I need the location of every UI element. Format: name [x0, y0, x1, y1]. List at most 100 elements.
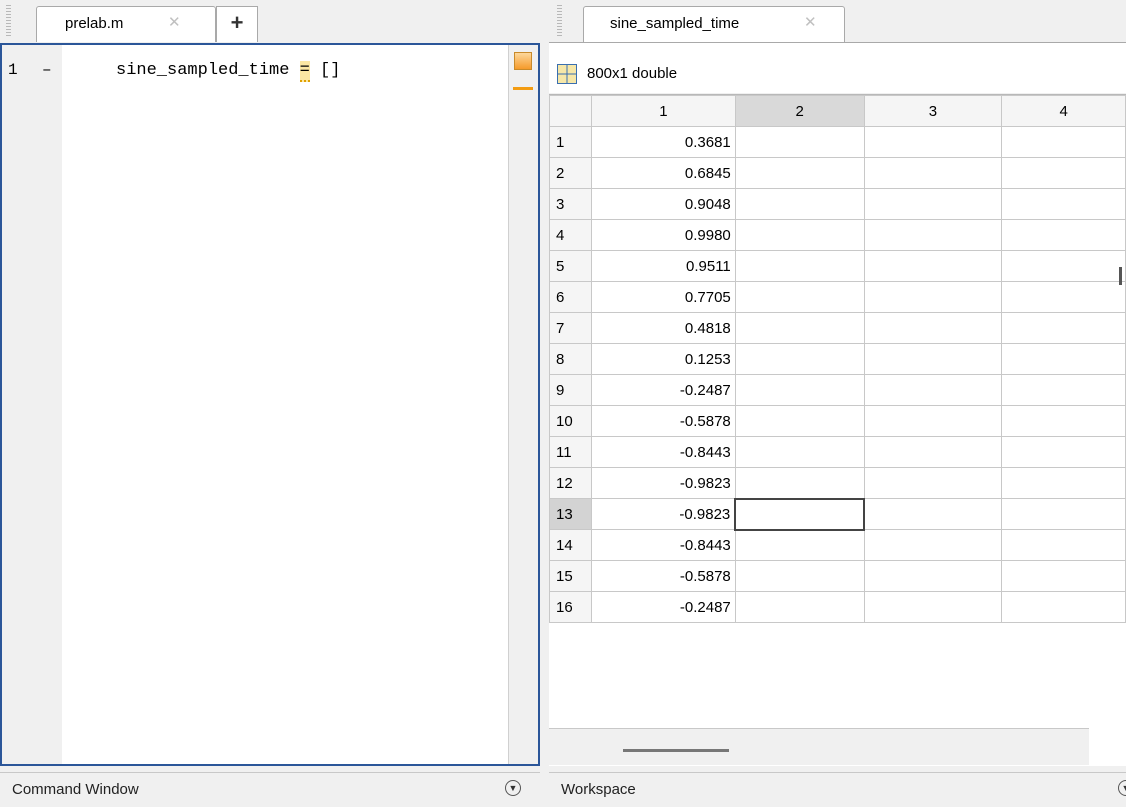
row-header[interactable]: 8	[549, 343, 592, 375]
row-header[interactable]: 10	[549, 405, 592, 437]
panel-grip[interactable]	[557, 5, 562, 37]
warning-marker[interactable]	[513, 87, 533, 90]
table-cell[interactable]	[734, 126, 865, 158]
table-cell[interactable]	[863, 281, 1003, 313]
row-header[interactable]: 6	[549, 281, 592, 313]
code-line[interactable]: sine_sampled_time = []	[116, 61, 340, 82]
table-cell[interactable]	[734, 467, 865, 499]
horizontal-scrollbar[interactable]	[549, 728, 1089, 765]
close-icon[interactable]: ✕	[804, 13, 817, 31]
command-window-bar[interactable]: Command Window ▼	[0, 772, 540, 807]
variable-grid[interactable]: 1234 1 0.3681 2 0.6845 3 0.9048 4 0.9980 5 0.9511…	[549, 94, 1126, 766]
vertical-scrollbar[interactable]	[1119, 267, 1122, 285]
table-cell[interactable]: 0.3681	[590, 126, 736, 158]
close-icon[interactable]: ✕	[168, 13, 181, 31]
table-cell[interactable]: -0.9823	[590, 498, 736, 530]
table-cell[interactable]	[1001, 281, 1126, 313]
table-cell[interactable]	[734, 529, 865, 561]
table-cell[interactable]	[734, 497, 865, 531]
breakpoint-marker[interactable]: –	[42, 61, 52, 79]
table-cell[interactable]: 0.4818	[590, 312, 736, 344]
new-tab-button[interactable]: +	[216, 6, 258, 42]
table-cell[interactable]	[1001, 126, 1126, 158]
workspace-bar[interactable]: Workspace ▼	[549, 772, 1126, 807]
table-cell[interactable]: -0.2487	[590, 591, 736, 623]
row-header[interactable]: 12	[549, 467, 592, 499]
row-header[interactable]: 4	[549, 219, 592, 251]
table-cell[interactable]	[863, 312, 1003, 344]
table-cell[interactable]	[863, 467, 1003, 499]
table-cell[interactable]	[1001, 560, 1126, 592]
table-cell[interactable]: -0.9823	[590, 467, 736, 499]
row-header[interactable]: 11	[549, 436, 592, 468]
row-header[interactable]: 7	[549, 312, 592, 344]
column-header[interactable]: 2	[734, 95, 865, 127]
table-cell[interactable]	[1001, 312, 1126, 344]
warning-token[interactable]: =	[299, 61, 310, 82]
table-cell[interactable]	[1001, 467, 1126, 499]
panel-grip[interactable]	[6, 5, 11, 37]
table-cell[interactable]: -0.5878	[590, 405, 736, 437]
table-cell[interactable]	[734, 312, 865, 344]
data-table[interactable]: 1234 1 0.3681 2 0.6845 3 0.9048 4 0.9980 5 0.9511…	[549, 95, 1126, 623]
table-cell[interactable]	[863, 157, 1003, 189]
table-cell[interactable]	[1001, 529, 1126, 561]
table-cell[interactable]	[734, 343, 865, 375]
table-cell[interactable]	[1001, 188, 1126, 220]
table-cell[interactable]: 0.1253	[590, 343, 736, 375]
column-header[interactable]: 1	[590, 95, 736, 127]
column-header[interactable]: 4	[1001, 95, 1126, 127]
row-header[interactable]: 5	[549, 250, 592, 282]
table-cell[interactable]	[863, 250, 1003, 282]
table-cell[interactable]	[734, 591, 865, 623]
table-cell[interactable]: 0.9048	[590, 188, 736, 220]
table-cell[interactable]	[1001, 436, 1126, 468]
table-cell[interactable]	[734, 157, 865, 189]
table-cell[interactable]: -0.8443	[590, 436, 736, 468]
table-cell[interactable]	[863, 436, 1003, 468]
table-cell[interactable]: -0.5878	[590, 560, 736, 592]
scrollbar-thumb[interactable]	[623, 749, 729, 752]
row-header[interactable]: 16	[549, 591, 592, 623]
table-cell[interactable]	[863, 591, 1003, 623]
table-cell[interactable]	[863, 374, 1003, 406]
code-area[interactable]: sine_sampled_time = []	[62, 45, 508, 764]
row-header[interactable]: 2	[549, 157, 592, 189]
table-cell[interactable]	[734, 560, 865, 592]
table-cell[interactable]	[863, 560, 1003, 592]
table-cell[interactable]: -0.2487	[590, 374, 736, 406]
table-cell[interactable]	[734, 219, 865, 251]
table-cell[interactable]	[734, 374, 865, 406]
table-cell[interactable]	[1001, 250, 1126, 282]
tab-prelab-m[interactable]: prelab.m ✕	[36, 6, 216, 42]
chevron-down-icon[interactable]: ▼	[505, 780, 521, 796]
table-cell[interactable]: 0.7705	[590, 281, 736, 313]
row-header[interactable]: 1	[549, 126, 592, 158]
chevron-down-icon[interactable]: ▼	[1118, 780, 1126, 796]
table-cell[interactable]	[1001, 343, 1126, 375]
corner-cell[interactable]	[549, 95, 592, 127]
table-cell[interactable]: 0.9511	[590, 250, 736, 282]
table-cell[interactable]	[734, 281, 865, 313]
table-cell[interactable]	[1001, 374, 1126, 406]
table-cell[interactable]	[734, 405, 865, 437]
table-cell[interactable]	[1001, 591, 1126, 623]
row-header[interactable]: 9	[549, 374, 592, 406]
column-header[interactable]: 3	[863, 95, 1003, 127]
table-cell[interactable]: 0.9980	[590, 219, 736, 251]
table-cell[interactable]	[734, 436, 865, 468]
row-header[interactable]: 15	[549, 560, 592, 592]
table-cell[interactable]	[863, 219, 1003, 251]
row-header[interactable]: 14	[549, 529, 592, 561]
row-header[interactable]: 13	[549, 498, 592, 530]
table-cell[interactable]	[863, 405, 1003, 437]
table-cell[interactable]	[1001, 498, 1126, 530]
table-cell[interactable]	[1001, 405, 1126, 437]
table-cell[interactable]	[734, 250, 865, 282]
table-cell[interactable]	[863, 126, 1003, 158]
warning-indicator-icon[interactable]	[514, 52, 532, 70]
tab-sine-sampled-time[interactable]: sine_sampled_time ✕	[583, 6, 845, 42]
code-editor[interactable]: 1 – sine_sampled_time = []	[0, 43, 540, 766]
table-cell[interactable]	[863, 188, 1003, 220]
table-cell[interactable]	[1001, 219, 1126, 251]
